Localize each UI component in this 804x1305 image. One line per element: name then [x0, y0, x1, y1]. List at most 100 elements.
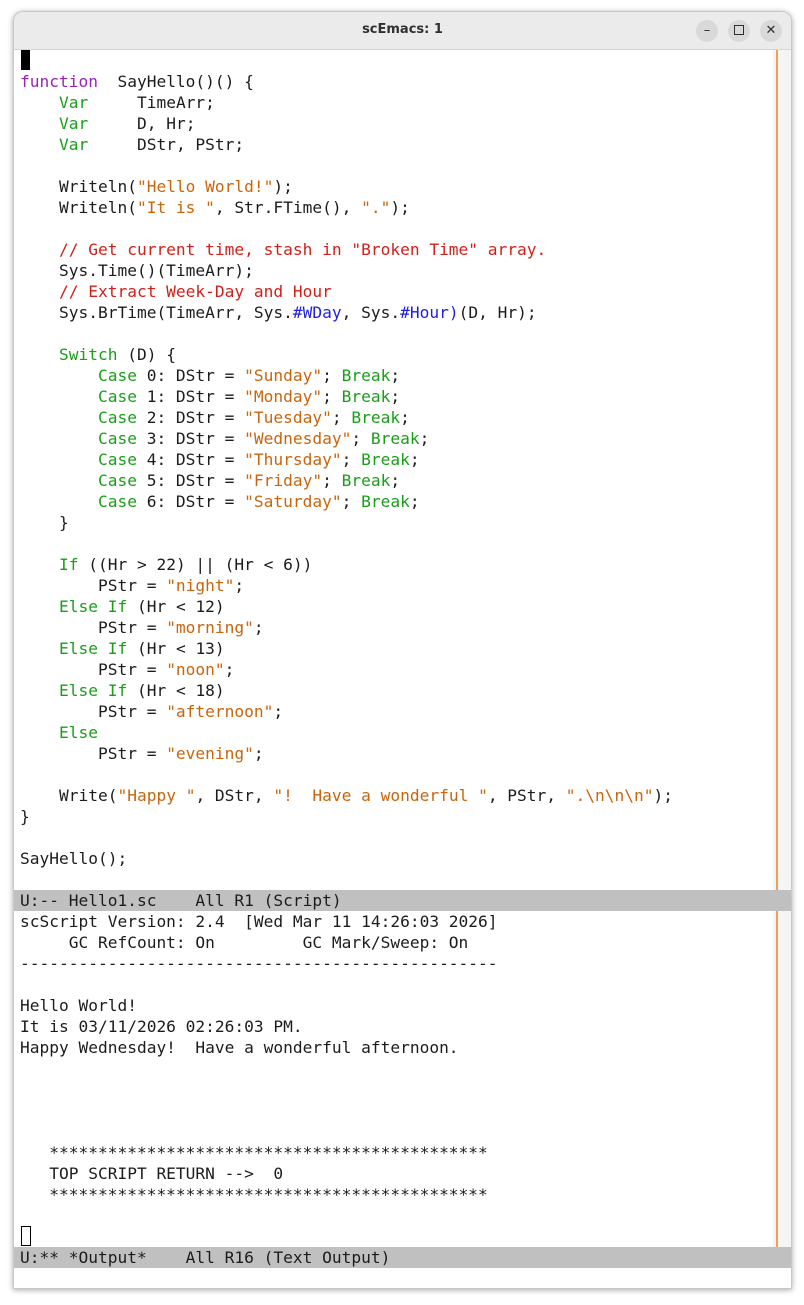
code-token: "Thursday"	[244, 450, 342, 469]
code-token: 6: DStr =	[136, 492, 245, 511]
code-token: (Hr < 18)	[127, 681, 225, 700]
code-token: ;	[409, 492, 420, 511]
code-token: "evening"	[166, 744, 254, 763]
code-token: Writeln(	[20, 198, 137, 217]
code-token: Case	[97, 429, 137, 448]
code-token: PStr =	[20, 576, 167, 595]
output-line: It is 03/11/2026 02:26:03 PM.	[20, 1017, 303, 1036]
code-token: Var	[58, 93, 89, 112]
code-token: 4: DStr =	[136, 450, 245, 469]
output-scrollbar[interactable]	[773, 911, 791, 1247]
code-token: Break	[341, 366, 391, 385]
code-line: Else If (Hr < 12)	[20, 596, 673, 617]
code-line: SayHello();	[20, 848, 673, 869]
code-token: DStr, PStr;	[88, 135, 245, 154]
code-token: SayHello()() {	[97, 72, 254, 91]
code-token: "morning"	[166, 618, 254, 637]
code-token: Break	[341, 387, 391, 406]
code-line: Writeln("Hello World!");	[20, 176, 673, 197]
code-token: #WDay	[292, 303, 342, 322]
code-token: PStr =	[20, 744, 167, 763]
output-text[interactable]: scScript Version: 2.4 [Wed Mar 11 14:26:…	[20, 911, 498, 1205]
code-editor[interactable]: function SayHello()() { Var TimeArr; Var…	[20, 50, 673, 869]
title-bar[interactable]: scEmacs: 1 – ✕	[14, 12, 791, 50]
code-line: Sys.BrTime(TimeArr, Sys.#WDay, Sys.#Hour…	[20, 302, 673, 323]
code-token: // Extract Week-Day and Hour	[58, 282, 332, 301]
code-token: Break	[370, 429, 420, 448]
code-token: 2: DStr =	[136, 408, 245, 427]
code-token: "Monday"	[244, 387, 323, 406]
editor-scrollbar[interactable]	[773, 50, 791, 890]
output-pane[interactable]: scScript Version: 2.4 [Wed Mar 11 14:26:…	[14, 911, 791, 1247]
editor-scrollbar-thumb[interactable]	[776, 50, 778, 890]
code-token: Break	[351, 408, 401, 427]
code-line: Writeln("It is ", Str.FTime(), ".");	[20, 197, 673, 218]
output-modeline: U:** *Output* All R16 (Text Output)	[14, 1247, 791, 1268]
code-line: function SayHello()() {	[20, 71, 673, 92]
code-token: ;	[253, 618, 264, 637]
output-scrollbar-thumb[interactable]	[776, 911, 778, 1247]
code-token: ;	[390, 366, 401, 385]
code-token: }	[20, 807, 30, 826]
editor-modeline-text: U:-- Hello1.sc All R1 (Script)	[20, 891, 342, 910]
code-token: (Hr < 12)	[127, 597, 225, 616]
code-token: "afternoon"	[166, 702, 274, 721]
maximize-button[interactable]	[728, 20, 750, 42]
code-token: Sys.BrTime(TimeArr, Sys.	[20, 303, 293, 322]
editor-pane[interactable]: function SayHello()() { Var TimeArr; Var…	[14, 50, 791, 890]
close-button[interactable]: ✕	[760, 20, 782, 42]
app-window: scEmacs: 1 – ✕ function SayHello()() { V…	[13, 11, 792, 1289]
code-token: Switch	[58, 345, 118, 364]
code-token: ;	[341, 492, 362, 511]
minimize-button[interactable]: –	[696, 20, 718, 42]
code-line: PStr = "morning";	[20, 617, 673, 638]
code-token: PStr =	[20, 618, 167, 637]
code-line: Case 2: DStr = "Tuesday"; Break;	[20, 407, 673, 428]
code-line: Case 6: DStr = "Saturday"; Break;	[20, 491, 673, 512]
code-token: Sys.Time()(TimeArr);	[20, 261, 254, 280]
code-token: D, Hr;	[88, 114, 196, 133]
code-token: Break	[361, 492, 410, 511]
code-token: Break	[341, 471, 391, 490]
minimize-icon: –	[703, 23, 711, 38]
code-token: ;	[390, 471, 401, 490]
code-token: "It is "	[136, 198, 215, 217]
code-token: Else If	[58, 597, 128, 616]
code-token: ;	[273, 702, 284, 721]
code-line: PStr = "afternoon";	[20, 701, 673, 722]
code-token: ;	[322, 471, 342, 490]
code-line: Sys.Time()(TimeArr);	[20, 260, 673, 281]
code-token: , Sys.	[341, 303, 401, 322]
code-line: Else If (Hr < 18)	[20, 680, 673, 701]
code-token: Case	[97, 492, 137, 511]
code-line: Case 5: DStr = "Friday"; Break;	[20, 470, 673, 491]
code-line: PStr = "noon";	[20, 659, 673, 680]
code-line: Case 4: DStr = "Thursday"; Break;	[20, 449, 673, 470]
code-token: Case	[97, 408, 137, 427]
code-token: 3: DStr =	[136, 429, 245, 448]
code-token: );	[273, 177, 293, 196]
code-line: Var DStr, PStr;	[20, 134, 673, 155]
code-token: 5: DStr =	[136, 471, 245, 490]
code-token: #Hour)	[400, 303, 459, 322]
code-line: Write("Happy ", DStr, "! Have a wonderfu…	[20, 785, 673, 806]
code-line: Var D, Hr;	[20, 113, 673, 134]
code-token: , Str.FTime(),	[214, 198, 362, 217]
code-token: ;	[234, 576, 245, 595]
code-token: Writeln(	[20, 177, 137, 196]
